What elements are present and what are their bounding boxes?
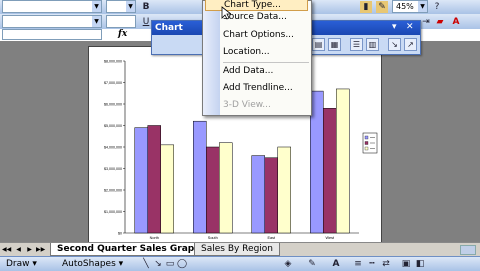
menu-icon-strip	[203, 1, 220, 115]
y-tick-label: $7,000,000	[104, 81, 122, 85]
x-tick-label: East	[267, 236, 276, 240]
drawing-toolbar: Draw ▾ AutoShapes ▾ ╲ ↘ ▭ ◯ ◈ ✎ A ≡ ┅ ⇄ …	[0, 256, 480, 271]
mouse-cursor-icon	[221, 6, 231, 20]
font-color-icon[interactable]: A	[450, 16, 462, 28]
font-size-combo[interactable]: ▼	[106, 0, 136, 13]
menu-separator	[223, 62, 309, 63]
chart-bar	[251, 155, 265, 234]
tab-sales-by-region[interactable]: Sales By Region	[194, 243, 280, 256]
autoshapes-menu-button[interactable]: AutoShapes ▾	[62, 258, 123, 270]
chevron-down-icon[interactable]: ▼	[92, 1, 101, 12]
chart-bar	[264, 157, 278, 234]
name-box[interactable]: ▼	[2, 15, 102, 28]
chart-bar	[323, 108, 337, 234]
sheet-tabs-bar: ◀◀ ◀ ▶ ▶▶ Second Quarter Sales Graph Sal…	[0, 242, 480, 257]
chart-bar	[147, 125, 161, 234]
y-tick-label: $6,000,000	[104, 103, 122, 107]
tab-second-quarter-sales-graph[interactable]: Second Quarter Sales Graph	[50, 243, 208, 256]
arrow-icon[interactable]: ↘	[152, 258, 164, 270]
menu-item-add-trendline[interactable]: Add Trendline...	[223, 81, 293, 95]
fill-color-icon[interactable]: ▰	[434, 16, 446, 28]
fx-label: fx	[118, 29, 128, 39]
x-tick-label: North	[150, 236, 159, 240]
font-name-combo[interactable]: ▼	[2, 0, 102, 13]
angle-text-down-icon[interactable]: ↘	[388, 38, 401, 51]
chart-bar	[134, 127, 148, 234]
y-tick-label: $1,000,000	[104, 210, 122, 214]
last-sheet-icon[interactable]: ▶▶	[36, 245, 45, 255]
line-icon[interactable]: ╲	[140, 258, 152, 270]
chart-bar	[336, 88, 350, 234]
style-combo[interactable]	[106, 15, 136, 28]
menu-item-location[interactable]: Location...	[223, 45, 270, 59]
first-sheet-icon[interactable]: ◀◀	[2, 245, 11, 255]
x-tick-label: South	[208, 236, 218, 240]
line-color-icon[interactable]: ✎	[306, 258, 318, 270]
y-tick-label: $8,000,000	[104, 60, 122, 64]
bold-icon[interactable]: B	[140, 1, 152, 13]
angle-text-up-icon[interactable]: ↗	[404, 38, 417, 51]
y-tick-label: $0	[118, 232, 122, 236]
toolbar-menu-icon[interactable]: ▾	[392, 22, 397, 32]
chart-bar	[206, 146, 220, 234]
zoom-combo[interactable]: 45% ▼	[392, 0, 428, 13]
chart-toolbar-title-text: Chart	[155, 23, 183, 33]
chart-bar	[193, 120, 207, 234]
font-color-icon[interactable]: A	[330, 258, 342, 270]
menu-item-add-data[interactable]: Add Data...	[223, 64, 273, 78]
next-sheet-icon[interactable]: ▶	[25, 245, 34, 255]
legend-swatch	[364, 135, 369, 140]
3d-style-icon[interactable]: ◧	[414, 258, 426, 270]
cell-reference-box[interactable]	[2, 29, 102, 40]
y-tick-label: $2,000,000	[104, 189, 122, 193]
rectangle-icon[interactable]: ▭	[164, 258, 176, 270]
help-icon[interactable]: ?	[431, 1, 443, 13]
chevron-down-icon[interactable]: ▼	[92, 16, 101, 27]
by-column-icon[interactable]: ▥	[366, 38, 379, 51]
menu-item-chart-options[interactable]: Chart Options...	[223, 28, 294, 42]
y-tick-label: $3,000,000	[104, 167, 122, 171]
chart-bar	[219, 142, 233, 234]
legend-swatch	[364, 141, 369, 145]
dash-style-icon[interactable]: ┅	[366, 258, 378, 270]
arrow-style-icon[interactable]: ⇄	[380, 258, 392, 270]
chart-bar	[277, 146, 291, 234]
x-tick-label: West	[325, 236, 335, 240]
chevron-down-icon[interactable]: ▼	[126, 1, 135, 12]
drawing-icon[interactable]: ✎	[376, 1, 388, 13]
menu-item-source-data[interactable]: Source Data...	[223, 10, 287, 24]
zoom-value: 45%	[396, 2, 414, 11]
chart-type-icon[interactable]: ▮	[360, 1, 372, 13]
close-icon[interactable]: ✕	[406, 22, 414, 32]
y-tick-label: $4,000,000	[104, 146, 122, 150]
fill-color-icon[interactable]: ◈	[282, 258, 294, 270]
legend-icon[interactable]: ▤	[312, 38, 325, 51]
chart-bar	[160, 144, 174, 234]
data-table-icon[interactable]: ▦	[328, 38, 341, 51]
prev-sheet-icon[interactable]: ◀	[14, 245, 23, 255]
line-style-icon[interactable]: ≡	[352, 258, 364, 270]
horizontal-scrollbar[interactable]	[460, 245, 476, 255]
legend-swatch	[364, 146, 369, 151]
indent-icon[interactable]: ⇥	[420, 16, 432, 28]
by-row-icon[interactable]: ☰	[350, 38, 363, 51]
shadow-style-icon[interactable]: ▣	[400, 258, 412, 270]
oval-icon[interactable]: ◯	[176, 258, 188, 270]
draw-menu-button[interactable]: Draw ▾	[6, 258, 37, 270]
menu-item-3d-view: 3-D View...	[223, 100, 271, 110]
y-tick-label: $5,000,000	[104, 124, 122, 128]
chevron-down-icon[interactable]: ▼	[418, 1, 427, 12]
chart-context-menu: Chart Type... Source Data... Chart Optio…	[202, 0, 312, 116]
chart-bar	[310, 90, 324, 234]
